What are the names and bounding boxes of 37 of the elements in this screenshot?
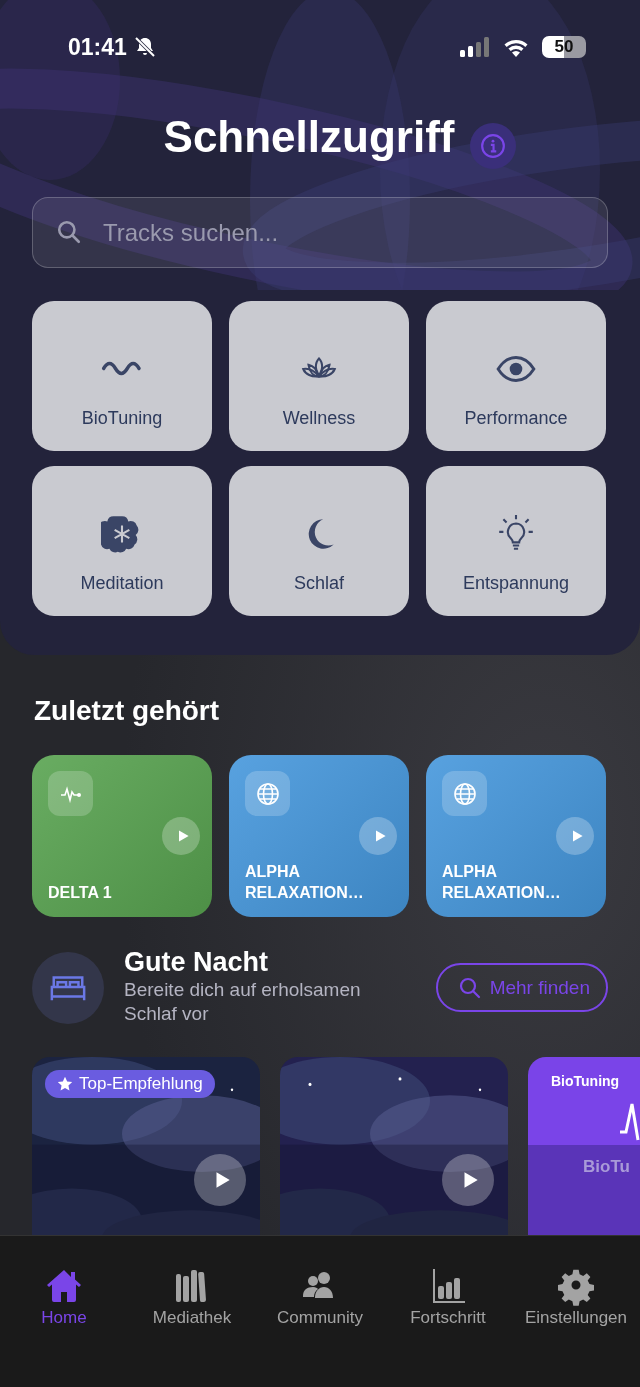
info-button[interactable] <box>470 123 517 169</box>
card-title: BioTu <box>583 1157 630 1177</box>
promo-card[interactable]: BioTuning BioTu <box>528 1057 640 1235</box>
recommendation-badge: Top-Empfehlung <box>45 1070 215 1098</box>
bell-muted-icon <box>132 35 157 59</box>
card-tag: BioTuning <box>551 1073 620 1089</box>
info-icon <box>480 133 507 159</box>
play-button[interactable] <box>194 1154 246 1206</box>
track-title: ALPHA RELAXATION… <box>245 862 365 903</box>
pulse-icon <box>620 1102 640 1142</box>
tab[interactable]: Einstellungen <box>512 1266 640 1334</box>
signal-icon <box>460 37 490 57</box>
category-tile[interactable]: Performance <box>426 301 606 451</box>
search-icon <box>56 219 82 245</box>
track-title: DELTA 1 <box>48 883 113 903</box>
status-time: 01:41 <box>68 33 127 61</box>
globe-icon <box>452 781 477 806</box>
star-icon <box>57 1076 73 1092</box>
track-title: ALPHA RELAXATION… <box>442 862 562 903</box>
section-title: Zuletzt gehört <box>34 694 221 728</box>
battery-icon: 50 <box>542 36 586 58</box>
category-tile[interactable]: Wellness <box>229 301 409 451</box>
globe-icon <box>255 781 280 806</box>
tab[interactable]: Community <box>256 1266 384 1334</box>
page-title: Schnellzugriff <box>163 112 455 162</box>
section-title: Gute Nacht <box>124 946 270 978</box>
category-tile[interactable]: Meditation <box>32 466 212 616</box>
category-tile[interactable]: BioTuning <box>32 301 212 451</box>
category-tile[interactable]: Entspannung <box>426 466 606 616</box>
tab[interactable]: Mediathek <box>128 1266 256 1334</box>
section-subtitle: Bereite dich auf erholsamen Schlaf vor <box>124 978 362 1026</box>
category-tile[interactable]: Schlaf <box>229 466 409 616</box>
search-icon <box>457 975 482 1000</box>
tab[interactable]: Fortschritt <box>384 1266 512 1334</box>
wifi-icon <box>502 37 530 57</box>
play-button[interactable] <box>442 1154 494 1206</box>
bed-icon <box>49 973 87 1003</box>
